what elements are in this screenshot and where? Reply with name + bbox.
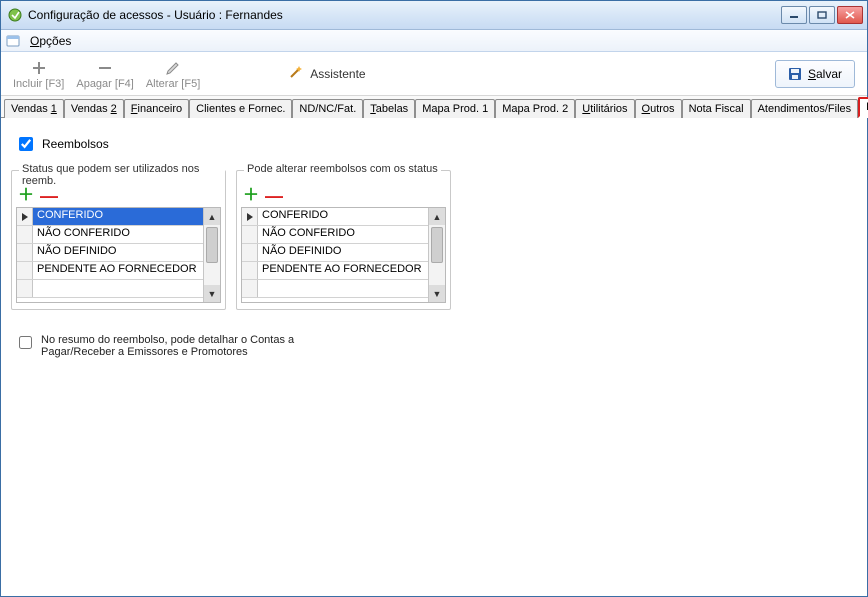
panel-status-utilizados-caption: Status que podem ser utilizados nos reem… [19, 163, 225, 187]
disk-icon [788, 67, 802, 81]
table-row[interactable]: CONFERIDO [17, 208, 203, 226]
table-row[interactable]: PENDENTE AO FORNECEDOR [242, 262, 428, 280]
pencil-icon [163, 58, 183, 78]
tab-body-reemb: Reembolsos Status que podem ser utilizad… [1, 118, 867, 596]
panel1-scrollbar[interactable]: ▲ ▼ [203, 208, 220, 302]
wand-icon [288, 64, 304, 83]
menubar: Opções [1, 30, 867, 52]
assistant-button[interactable]: Assistente [288, 64, 365, 83]
panel-pode-alterar-caption: Pode alterar reembolsos com os status [244, 163, 441, 175]
window-buttons [781, 6, 863, 24]
table-row[interactable]: PENDENTE AO FORNECEDOR [17, 262, 203, 280]
table-row[interactable]: NÃO DEFINIDO [17, 244, 203, 262]
scroll-up-icon[interactable]: ▲ [429, 208, 445, 225]
panel-pode-alterar: Pode alterar reembolsos com os status ＋ … [236, 170, 451, 310]
close-button[interactable] [837, 6, 863, 24]
scroll-down-icon[interactable]: ▼ [429, 285, 445, 302]
options-menu[interactable]: Opções [24, 32, 77, 50]
window-title: Configuração de acessos - Usuário : Fern… [28, 8, 781, 22]
tab-reemb[interactable]: Reemb. [858, 97, 868, 118]
plus-icon [29, 58, 49, 78]
detail-checkbox[interactable]: No resumo do reembolso, pode detalhar o … [15, 334, 295, 358]
save-button[interactable]: Salvar [775, 60, 855, 88]
tab-vendas-2[interactable]: Vendas 2 [64, 99, 124, 118]
tab-outros[interactable]: Outros [635, 99, 682, 118]
panel2-grid[interactable]: CONFERIDO NÃO CONFERIDO NÃO DEFINIDO PEN… [241, 207, 446, 303]
scroll-down-icon[interactable]: ▼ [204, 285, 220, 302]
panel2-add-button[interactable]: ＋ [243, 189, 259, 203]
scroll-up-icon[interactable]: ▲ [204, 208, 220, 225]
tab-financeiro[interactable]: Financeiro [124, 99, 189, 118]
table-row[interactable]: NÃO CONFERIDO [17, 226, 203, 244]
table-row[interactable]: CONFERIDO [242, 208, 428, 226]
minimize-button[interactable] [781, 6, 807, 24]
panel1-remove-button[interactable]: — [40, 189, 58, 203]
tab-nota-fiscal[interactable]: Nota Fiscal [682, 99, 751, 118]
tab-nd-nc-fat[interactable]: ND/NC/Fat. [292, 99, 363, 118]
table-row [242, 280, 428, 298]
tab-vendas-1[interactable]: Vendas 1 [4, 99, 64, 118]
table-row [17, 280, 203, 298]
row-indicator-icon [242, 208, 258, 225]
scroll-thumb[interactable] [431, 227, 443, 263]
tab-utilitarios[interactable]: Utilitários [575, 99, 634, 118]
include-button[interactable]: Incluir [F3] [9, 56, 68, 92]
delete-button[interactable]: Apagar [F4] [72, 56, 137, 92]
panel1-add-button[interactable]: ＋ [18, 189, 34, 203]
app-icon [7, 7, 23, 23]
tab-clientes-fornec[interactable]: Clientes e Fornec. [189, 99, 292, 118]
reembolsos-checkbox[interactable]: Reembolsos [15, 134, 857, 154]
titlebar: Configuração de acessos - Usuário : Fern… [1, 1, 867, 30]
panel2-remove-button[interactable]: — [265, 189, 283, 203]
row-indicator-icon [17, 208, 33, 225]
maximize-button[interactable] [809, 6, 835, 24]
minus-icon [95, 58, 115, 78]
panel-status-utilizados: Status que podem ser utilizados nos reem… [11, 170, 226, 310]
tabstrip: Vendas 1 Vendas 2 Financeiro Clientes e … [1, 96, 867, 118]
table-row[interactable]: NÃO CONFERIDO [242, 226, 428, 244]
alter-button[interactable]: Alterar [F5] [142, 56, 204, 92]
reembolsos-checkbox-input[interactable] [19, 137, 33, 151]
panel2-scrollbar[interactable]: ▲ ▼ [428, 208, 445, 302]
tab-mapa-prod-2[interactable]: Mapa Prod. 2 [495, 99, 575, 118]
scroll-thumb[interactable] [206, 227, 218, 263]
options-menu-icon [5, 33, 21, 49]
tab-mapa-prod-1[interactable]: Mapa Prod. 1 [415, 99, 495, 118]
toolbar: Incluir [F3] Apagar [F4] Alterar [F5] As… [1, 52, 867, 96]
table-row[interactable]: NÃO DEFINIDO [242, 244, 428, 262]
app-window: Configuração de acessos - Usuário : Fern… [0, 0, 868, 597]
panel1-grid[interactable]: CONFERIDO NÃO CONFERIDO NÃO DEFINIDO PEN… [16, 207, 221, 303]
detail-checkbox-input[interactable] [19, 336, 32, 349]
tab-tabelas[interactable]: Tabelas [363, 99, 415, 118]
tab-atendimentos-files[interactable]: Atendimentos/Files [751, 99, 859, 118]
